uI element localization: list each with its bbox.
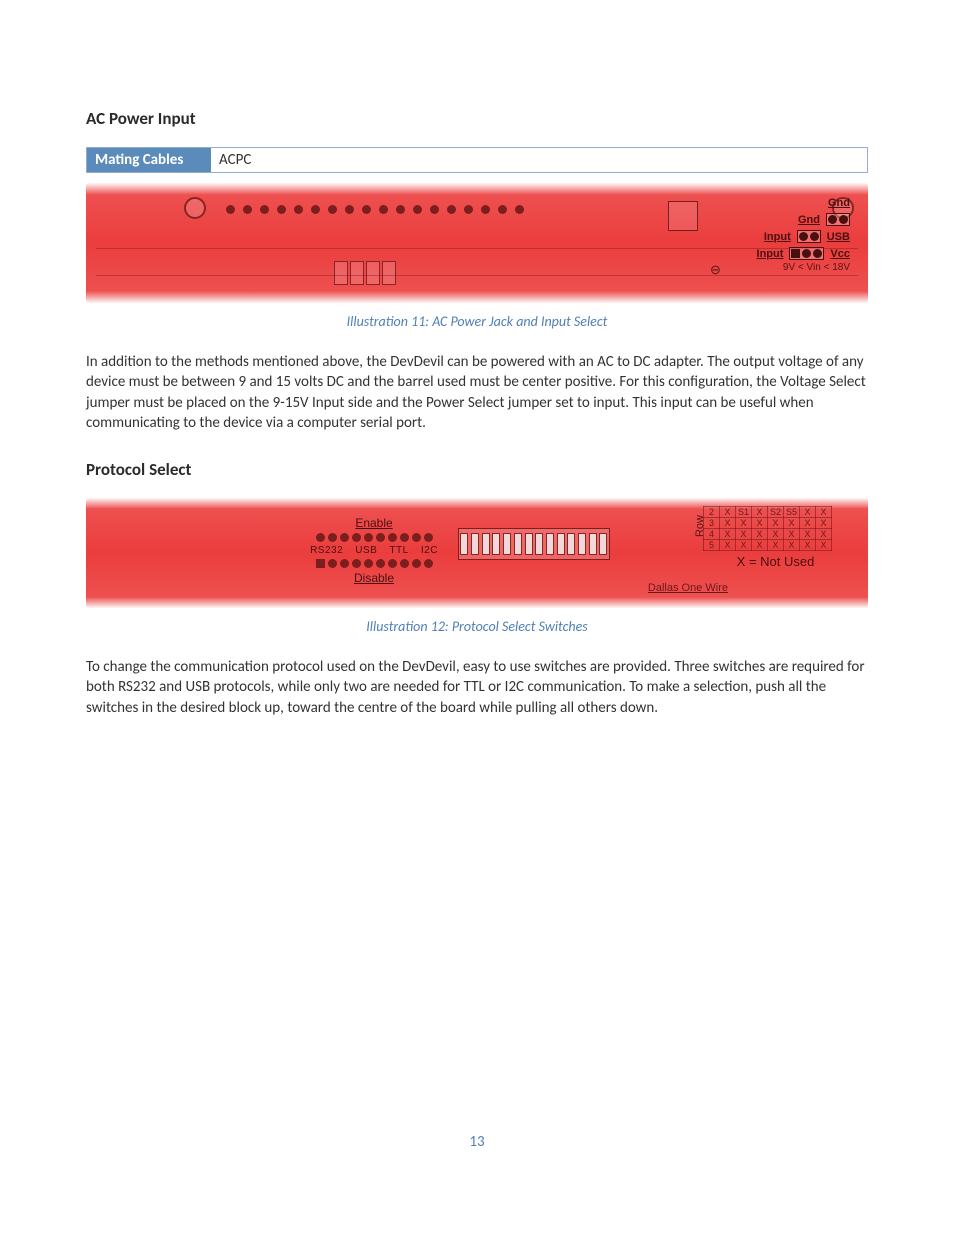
protocol-select-heading: Protocol Select — [86, 459, 868, 480]
not-used-matrix: Row 2 XS1XS2S5XX 3 XXXXXXX 4 XXXXXXX 5 X… — [703, 506, 848, 569]
component-blocks — [334, 261, 396, 285]
ic-chip — [668, 201, 698, 231]
usb-label: USB — [827, 231, 850, 243]
page-number: 13 — [0, 1133, 954, 1151]
row-matrix-table: 2 XS1XS2S5XX 3 XXXXXXX 4 XXXXXXX 5 XXXXX… — [703, 506, 832, 551]
vin-range-label: 9V < Vin < 18V — [783, 262, 850, 278]
not-used-legend: X = Not Used — [703, 554, 848, 569]
dip-switch-block — [458, 528, 610, 560]
protocol-labels: RS232 USB TTL I2C — [304, 545, 444, 556]
mating-cables-table: Mating Cables ACPC — [86, 147, 868, 173]
power-select-diagram: Gnd Gnd Input USB Input Vcc ⊖ 9V < Vin <… — [710, 197, 850, 278]
disable-label: Disable — [304, 571, 444, 585]
rs232-label: RS232 — [310, 545, 343, 556]
enable-label: Enable — [304, 516, 444, 530]
mating-cables-value: ACPC — [211, 148, 868, 173]
dallas-one-wire-label: Dallas One Wire — [648, 582, 728, 594]
header-pin-row — [226, 205, 524, 214]
row-axis-label: Row — [694, 515, 706, 537]
protocol-switch-block: Enable RS232 USB TTL I2C Disable — [304, 516, 444, 587]
input-label-1: Input — [764, 231, 791, 243]
illustration-11-board: Gnd Gnd Input USB Input Vcc ⊖ 9V < Vin <… — [86, 183, 868, 303]
illustration-11-caption: Illustration 11: AC Power Jack and Input… — [86, 313, 868, 330]
ac-power-heading: AC Power Input — [86, 108, 868, 129]
ttl-label: TTL — [389, 545, 408, 556]
i2c-label: I2C — [421, 545, 438, 556]
input-label-2: Input — [757, 248, 784, 260]
illustration-12-caption: Illustration 12: Protocol Select Switche… — [86, 618, 868, 635]
gnd-label-2: Gnd — [798, 214, 820, 226]
protocol-select-body-text: To change the communication protocol use… — [86, 657, 868, 718]
gnd-label-1: Gnd — [710, 197, 850, 209]
vcc-label: Vcc — [830, 248, 850, 260]
ac-power-body-text: In addition to the methods mentioned abo… — [86, 352, 868, 433]
illustration-12-board: Enable RS232 USB TTL I2C Disable Dallas … — [86, 498, 868, 608]
mating-cables-label: Mating Cables — [87, 148, 212, 173]
usb-proto-label: USB — [355, 545, 377, 556]
